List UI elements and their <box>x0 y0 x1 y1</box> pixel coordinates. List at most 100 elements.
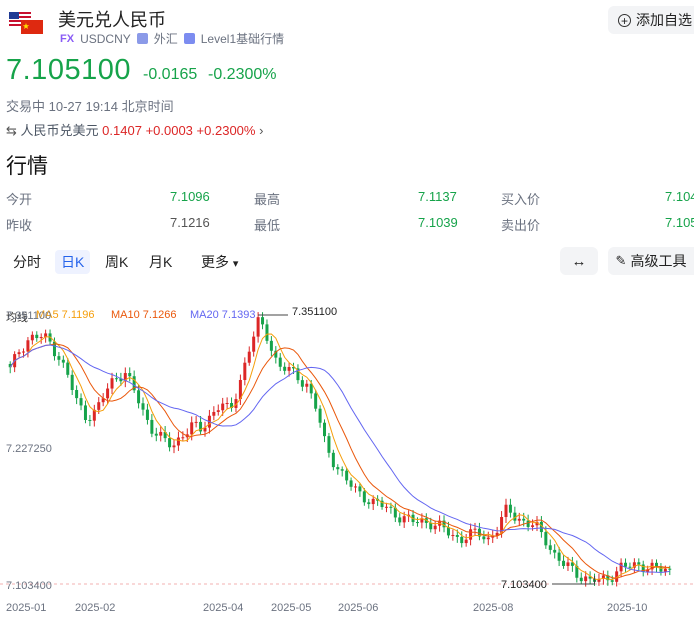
candle-body <box>66 362 70 375</box>
candle-body <box>655 562 659 567</box>
fit-width-button[interactable]: ↔ <box>560 247 598 275</box>
swap-icon: ⇆ <box>6 123 17 138</box>
bid-value: 7.104 <box>665 189 694 204</box>
candle-body <box>176 437 180 446</box>
candle-body <box>305 383 309 387</box>
candle-body <box>345 470 349 481</box>
x-tick: 2025-04 <box>203 602 244 614</box>
candle-body <box>61 359 65 363</box>
tab-weekly-k[interactable]: 周K <box>99 250 134 274</box>
instrument-title: 美元兑人民币 <box>58 10 166 30</box>
candle-body <box>97 402 101 410</box>
chevron-down-icon: ▾ <box>232 258 239 270</box>
candle-body <box>548 545 552 550</box>
candle-body <box>110 378 114 389</box>
tab-monthly-k[interactable]: 月K <box>143 250 178 274</box>
candle-body <box>508 504 512 513</box>
candle-body <box>469 529 473 540</box>
candle-body <box>486 537 490 540</box>
inverse-label: 人民币兑美元 <box>20 123 99 138</box>
prev-close-label: 昨收 <box>6 218 33 233</box>
candle-body <box>367 502 371 505</box>
candle-body <box>17 352 21 355</box>
candle-body <box>526 520 530 527</box>
last-price: 7.105100 <box>6 54 131 86</box>
ask-label: 卖出价 <box>501 218 541 233</box>
candle-body <box>433 525 437 530</box>
candle-body <box>619 562 623 572</box>
price-change-percent: -0.2300% <box>208 66 277 83</box>
candle-body <box>70 374 74 391</box>
candle-body <box>340 469 344 471</box>
candle-body <box>553 549 557 553</box>
candlestick-chart[interactable] <box>0 300 694 629</box>
candle-body <box>531 525 535 527</box>
bid-label: 买入价 <box>501 192 541 207</box>
candle-body <box>384 506 388 508</box>
candle-body <box>269 340 273 351</box>
more-label: 更多 <box>201 254 229 270</box>
candle-body <box>464 539 468 544</box>
advanced-tools-button[interactable]: ✎ 高级工具 <box>608 247 694 275</box>
candle-body <box>610 580 614 582</box>
candle-body <box>88 419 92 421</box>
candle-body <box>212 411 216 416</box>
candle-body <box>628 566 632 568</box>
candle-body <box>247 351 251 363</box>
candle-body <box>225 403 229 405</box>
inverse-quote-link[interactable]: ⇆ 人民币兑美元 0.1407 +0.0003 +0.2300% › <box>6 120 263 139</box>
low-value: 7.1039 <box>418 215 458 230</box>
candle-body <box>562 560 566 566</box>
candle-body <box>429 522 433 530</box>
candle-body <box>216 410 220 412</box>
x-tick: 2025-10 <box>607 602 648 614</box>
category-label: 外汇 <box>153 32 178 46</box>
candle-body <box>557 552 561 561</box>
quote-level-label: Level1基础行情 <box>200 32 285 46</box>
candle-body <box>451 535 455 537</box>
trading-status: 交易中 10-27 19:14 北京时间 <box>6 99 174 114</box>
candle-body <box>323 422 327 437</box>
candle-body <box>522 518 526 521</box>
candle-body <box>106 388 110 399</box>
candle-body <box>314 393 318 409</box>
tab-daily-k[interactable]: 日K <box>55 250 91 274</box>
more-dropdown[interactable]: 更多 ▾ <box>195 250 244 274</box>
candle-body <box>482 536 486 540</box>
candle-body <box>35 334 39 339</box>
inverse-price: 0.1407 <box>102 123 142 138</box>
candle-body <box>668 568 672 570</box>
candle-body <box>402 516 406 523</box>
candle-body <box>353 486 357 488</box>
ma10-line <box>9 343 670 579</box>
candle-body <box>517 518 521 521</box>
candle-body <box>584 576 588 582</box>
candle-body <box>172 445 176 448</box>
candle-body <box>114 378 118 380</box>
add-watchlist-button[interactable]: + 添加自选 <box>608 6 694 34</box>
candle-body <box>57 356 61 360</box>
max-price-annotation: 7.351100 <box>292 306 338 318</box>
candle-body <box>455 535 459 537</box>
candle-body <box>79 398 83 406</box>
x-tick: 2025-08 <box>473 602 514 614</box>
level1-icon <box>183 33 195 44</box>
candle-body <box>261 317 265 325</box>
candle-body <box>460 536 464 544</box>
candle-body <box>398 517 402 523</box>
min-leader-line <box>552 576 596 585</box>
candle-body <box>473 528 477 530</box>
tab-intraday[interactable]: 分时 <box>7 250 47 274</box>
prev-close-value: 7.1216 <box>170 215 210 230</box>
candle-body <box>168 438 172 448</box>
candle-body <box>39 337 43 339</box>
min-price-annotation: 7.103400 <box>501 579 547 591</box>
candle-body <box>318 408 322 423</box>
x-tick: 2025-06 <box>338 602 379 614</box>
ma5-line <box>9 333 670 581</box>
market-section-title: 行情 <box>6 155 48 178</box>
candle-body <box>159 431 163 436</box>
candle-body <box>194 421 198 423</box>
expand-horizontal-icon: ↔ <box>571 252 587 270</box>
candle-body <box>362 491 366 503</box>
